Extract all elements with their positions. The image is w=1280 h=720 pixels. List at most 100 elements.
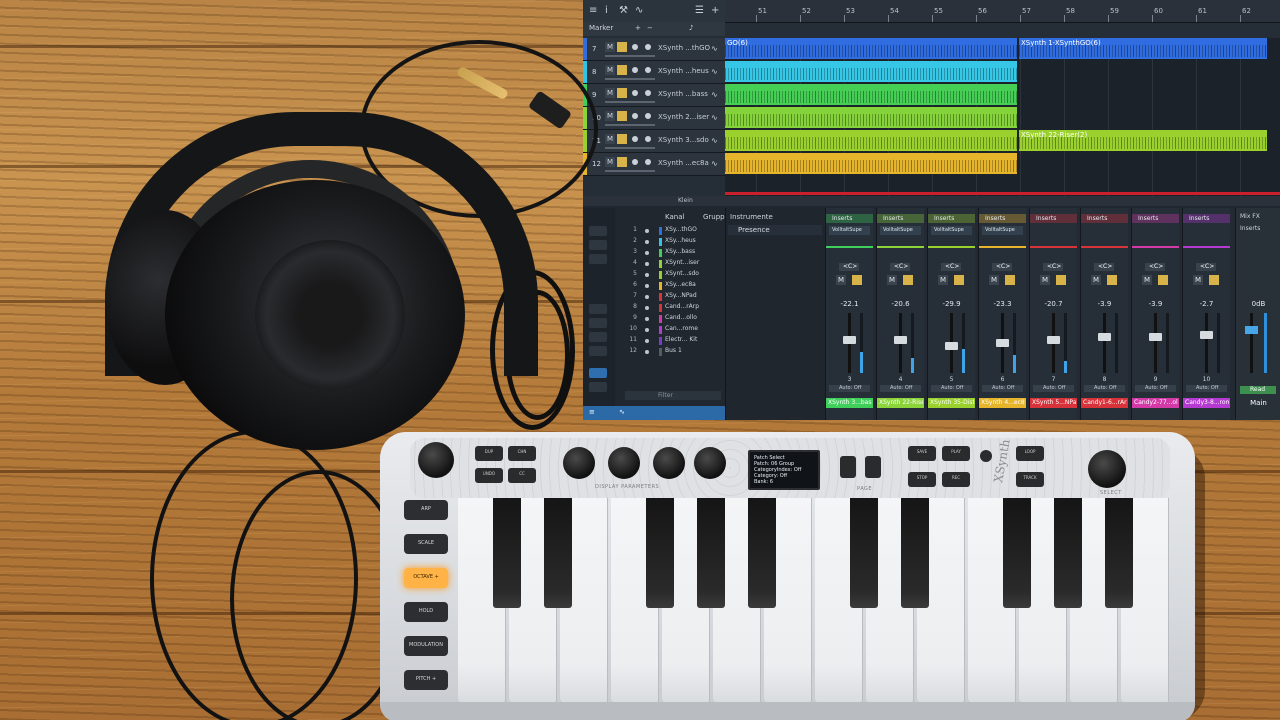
pan-control[interactable]: <C> [1145, 263, 1165, 271]
automation-mode[interactable]: Auto: Off [931, 385, 972, 392]
narrow-icon[interactable] [589, 332, 607, 342]
audio-clip[interactable]: XSynth 22-Riser(2) [1019, 130, 1267, 151]
black-key[interactable] [544, 498, 572, 608]
mute-button[interactable]: M [1142, 275, 1152, 285]
transport-button[interactable]: STOP [908, 472, 936, 487]
audio-clip[interactable] [725, 153, 1017, 174]
mute-button[interactable]: M [989, 275, 999, 285]
audio-clip[interactable] [725, 130, 1017, 151]
mute-button[interactable]: M [1091, 275, 1101, 285]
settings-icon[interactable] [589, 240, 607, 250]
visibility-icon[interactable] [645, 240, 649, 244]
transport-button[interactable]: LOOP [1016, 446, 1044, 461]
audio-clip[interactable]: GO(6) [725, 38, 1017, 59]
inserts-header[interactable]: Inserts [1132, 214, 1179, 223]
transport-button[interactable]: DUP [475, 446, 503, 461]
solo-button[interactable] [852, 275, 862, 285]
fader-track[interactable] [1103, 313, 1106, 373]
track-header[interactable]: 11 M XSynth 3...sdo ∿ [583, 130, 725, 153]
channel-row[interactable]: 7 XSy...NPad [625, 292, 725, 303]
volume-knob[interactable] [418, 442, 454, 478]
automation-mode[interactable]: Auto: Off [982, 385, 1023, 392]
solo-button[interactable] [617, 88, 627, 98]
monitor-button[interactable] [645, 136, 651, 142]
fader-track[interactable] [1205, 313, 1208, 373]
solo-button[interactable] [1005, 275, 1015, 285]
insert-plugin[interactable]: VolltaltSupe [880, 226, 921, 235]
insert-plugin[interactable]: VolltaltSupe [829, 226, 870, 235]
insert-plugin[interactable]: VolltaltSupe [982, 226, 1023, 235]
visibility-icon[interactable] [645, 273, 649, 277]
mute-button[interactable]: M [887, 275, 897, 285]
channel-row[interactable]: 2 XSy...heus [625, 237, 725, 248]
inserts-header[interactable]: Inserts [1081, 214, 1128, 223]
transport-button[interactable]: PLAY [942, 446, 970, 461]
mute-button[interactable]: M [1040, 275, 1050, 285]
channel-row[interactable]: 5 XSynt...sdo [625, 270, 725, 281]
transport-button[interactable]: SAVE [908, 446, 936, 461]
visibility-icon[interactable] [645, 284, 649, 288]
fader-cap[interactable] [1200, 331, 1213, 339]
wide-icon[interactable] [589, 346, 607, 356]
mixfx-label[interactable]: Mix FX [1240, 213, 1260, 220]
track-header[interactable]: 12 M XSynth ...ec8a ∿ [583, 153, 725, 176]
audio-clip[interactable]: XSynth 1-XSynthGO(6) [1019, 38, 1267, 59]
wrench-icon[interactable]: ⚒ [619, 5, 628, 16]
visibility-icon[interactable] [645, 251, 649, 255]
channel-row[interactable]: 8 Cand...rArp [625, 303, 725, 314]
black-key[interactable] [1105, 498, 1133, 608]
mute-button[interactable]: M [836, 275, 846, 285]
automation-mode[interactable]: Auto: Off [880, 385, 921, 392]
inserts-header[interactable]: Inserts [826, 214, 873, 223]
track-header[interactable]: 10 M XSynth 2...iser ∿ [583, 107, 725, 130]
black-key[interactable] [646, 498, 674, 608]
routing-icon[interactable] [589, 254, 607, 264]
record-button[interactable] [632, 44, 638, 50]
solo-button[interactable] [617, 134, 627, 144]
expand-icon[interactable] [589, 304, 607, 314]
pan-control[interactable]: <C> [839, 263, 859, 271]
solo-button[interactable] [903, 275, 913, 285]
solo-button[interactable] [617, 65, 627, 75]
inserts-header[interactable]: Inserts [928, 214, 975, 223]
transport-button[interactable]: CHN [508, 446, 536, 461]
mixer-menu-icon[interactable]: ≡ [589, 408, 595, 416]
zoom-label[interactable]: Klein [678, 197, 693, 204]
inserts-header[interactable]: Inserts [1030, 214, 1077, 223]
visibility-icon[interactable] [645, 229, 649, 233]
mute-button[interactable]: M [605, 134, 615, 144]
io-icon[interactable] [589, 226, 607, 236]
add-track-icon[interactable]: + [711, 5, 719, 16]
track-lanes[interactable]: GO(6) XSynth 1-XSynthGO(6) XSynth 22-Riser… [725, 38, 1280, 198]
record-button[interactable] [632, 159, 638, 165]
marker-remove-icon[interactable]: − [647, 24, 653, 32]
track-volume-fader[interactable] [605, 124, 655, 126]
black-key[interactable] [493, 498, 521, 608]
black-key[interactable] [850, 498, 878, 608]
black-key[interactable] [901, 498, 929, 608]
mute-button[interactable]: M [938, 275, 948, 285]
track-volume-fader[interactable] [605, 101, 655, 103]
track-header[interactable]: 8 M XSynth ...heus ∿ [583, 61, 725, 84]
mute-button[interactable]: M [605, 65, 615, 75]
solo-button[interactable] [954, 275, 964, 285]
automation-mode[interactable]: Auto: Off [1033, 385, 1074, 392]
black-key[interactable] [1003, 498, 1031, 608]
parameter-knob-1[interactable] [563, 447, 595, 479]
automation-icon[interactable]: ∿ [619, 408, 625, 416]
pan-control[interactable]: <C> [992, 263, 1012, 271]
collapse-icon[interactable] [589, 318, 607, 328]
side-button[interactable]: SCALE [404, 534, 448, 554]
side-button[interactable]: ARP [404, 500, 448, 520]
inserts-header[interactable]: Inserts [1183, 214, 1230, 223]
track-header[interactable]: 7 M XSynth ...thGO ∿ [583, 38, 725, 61]
pan-control[interactable]: <C> [1043, 263, 1063, 271]
transport-button[interactable]: CC [508, 468, 536, 483]
side-button[interactable]: HOLD [404, 602, 448, 622]
main-inserts-label[interactable]: Inserts [1240, 225, 1260, 232]
pan-control[interactable]: <C> [890, 263, 910, 271]
fader-cap[interactable] [894, 336, 907, 344]
filter-input[interactable]: Filter [625, 391, 721, 400]
channel-row[interactable]: 1 XSy...thGO [625, 226, 725, 237]
track-volume-fader[interactable] [605, 170, 655, 172]
